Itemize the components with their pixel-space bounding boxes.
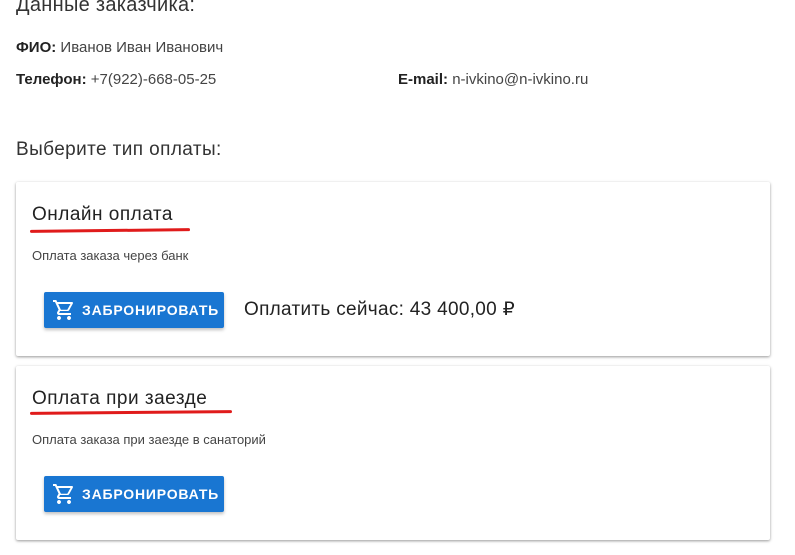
phone-line: Телефон: +7(922)-668-05-25	[16, 71, 216, 88]
online-payment-underline	[29, 228, 191, 233]
customer-data-heading: Данные заказчика:	[16, 0, 196, 16]
arrival-payment-title: Оплата при заезде	[32, 388, 208, 409]
online-payment-title: Онлайн оплата	[32, 204, 173, 225]
booking-page: Данные заказчика: ФИО: Иванов Иван Ивано…	[0, 0, 795, 555]
fio-line: ФИО: Иванов Иван Иванович	[16, 39, 223, 56]
email-line: E-mail: n-ivkino@n-ivkino.ru	[398, 71, 588, 88]
pay-now-amount: Оплатить сейчас: 43 400,00 ₽	[244, 299, 515, 320]
online-book-button[interactable]: ЗАБРОНИРОВАТЬ	[44, 292, 224, 328]
email-value: n-ivkino@n-ivkino.ru	[452, 71, 589, 88]
arrival-payment-underline	[29, 410, 233, 415]
online-payment-card: Онлайн оплата Оплата заказа через банк З…	[16, 182, 770, 356]
cart-icon	[52, 482, 76, 506]
cart-icon	[52, 298, 76, 322]
online-payment-description: Оплата заказа через банк	[32, 248, 189, 263]
arrival-payment-description: Оплата заказа при заезде в санаторий	[32, 432, 266, 447]
fio-label: ФИО:	[16, 39, 57, 56]
email-label: E-mail:	[398, 71, 449, 88]
phone-value: +7(922)-668-05-25	[90, 71, 217, 88]
fio-value: Иванов Иван Иванович	[60, 39, 224, 56]
arrival-book-button-label: ЗАБРОНИРОВАТЬ	[82, 486, 220, 502]
payment-type-heading: Выберите тип оплаты:	[16, 139, 222, 160]
online-book-button-label: ЗАБРОНИРОВАТЬ	[82, 302, 220, 318]
arrival-payment-card: Оплата при заезде Оплата заказа при заез…	[16, 366, 770, 540]
phone-label: Телефон:	[16, 71, 87, 88]
arrival-book-button[interactable]: ЗАБРОНИРОВАТЬ	[44, 476, 224, 512]
